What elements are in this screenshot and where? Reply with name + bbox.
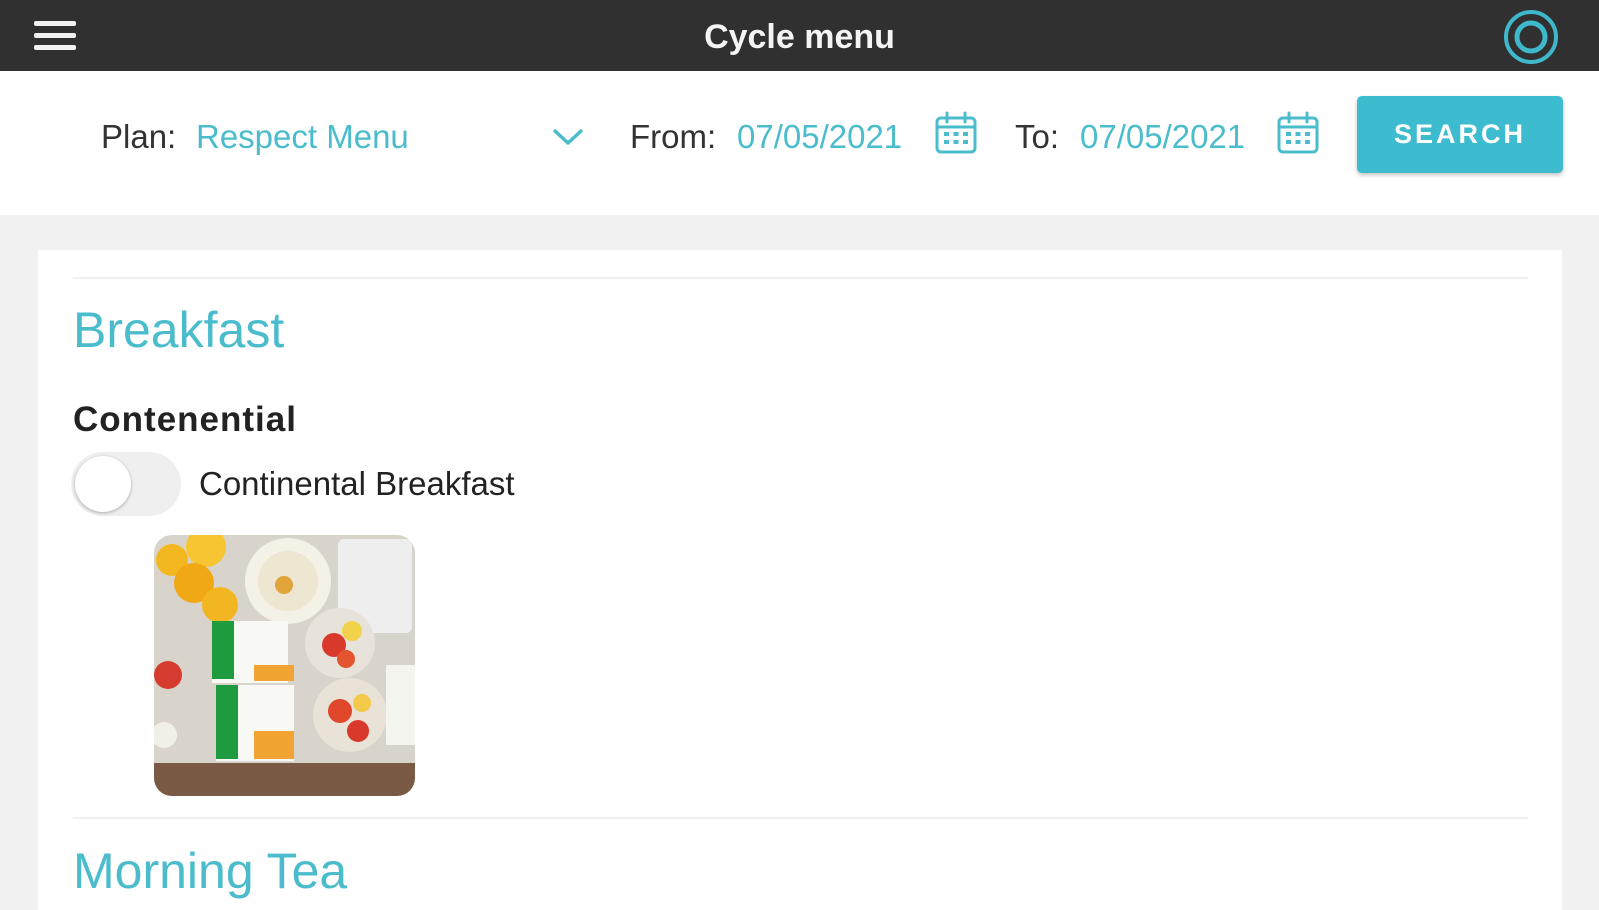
to-date-field[interactable]: 07/05/2021 <box>1080 118 1245 156</box>
divider <box>73 277 1528 279</box>
profile-ring-icon[interactable] <box>1503 9 1559 65</box>
food-photo <box>154 535 415 796</box>
plan-label: Plan: <box>101 118 177 155</box>
meal-title-breakfast: Breakfast <box>73 302 285 358</box>
chevron-down-icon <box>553 129 583 145</box>
to-calendar-icon[interactable] <box>1276 111 1320 155</box>
from-label: From: <box>630 118 717 155</box>
divider <box>73 817 1528 819</box>
search-button[interactable]: SEARCH <box>1357 96 1563 173</box>
category-title: Contenential <box>73 400 297 439</box>
to-label: To: <box>1015 118 1060 155</box>
page-title: Cycle menu <box>704 18 895 56</box>
menu-item-name: Continental Breakfast <box>199 465 515 502</box>
plan-dropdown[interactable]: Respect Menu <box>196 114 590 164</box>
filter-bar: Plan: Respect Menu From: 07/05/2021 To: … <box>0 71 1599 215</box>
item-toggle-switch[interactable] <box>71 452 181 516</box>
meal-title-morning-tea: Morning Tea <box>73 843 348 899</box>
from-calendar-icon[interactable] <box>934 111 978 155</box>
menu-card: Breakfast Contenential Continental Break… <box>38 250 1562 910</box>
from-date-field[interactable]: 07/05/2021 <box>737 118 902 156</box>
top-app-bar: Cycle menu <box>0 0 1599 71</box>
toggle-knob <box>75 456 131 512</box>
plan-value: Respect Menu <box>196 118 409 155</box>
